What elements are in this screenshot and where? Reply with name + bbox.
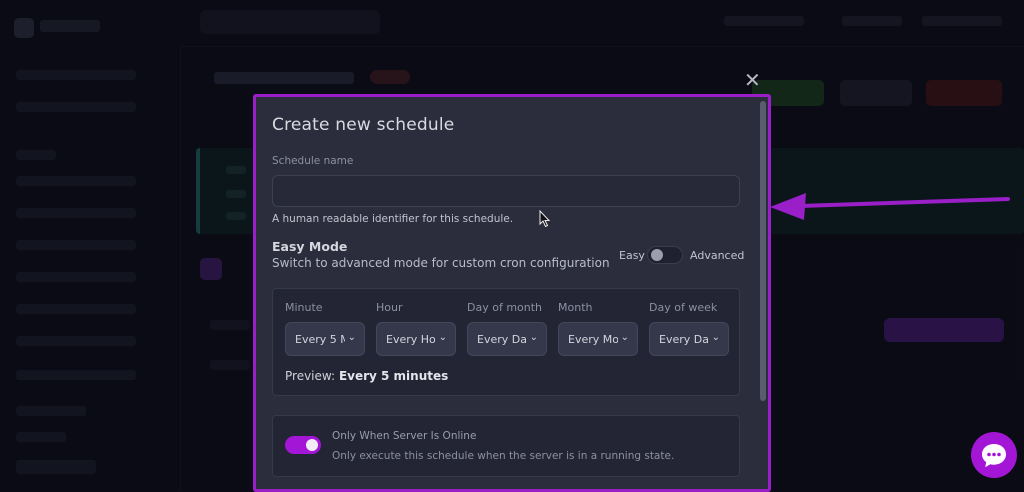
mouse-cursor-icon: [539, 210, 551, 228]
chat-icon: [982, 444, 1006, 468]
annotation-arrow: [770, 193, 1010, 220]
chat-button[interactable]: [971, 432, 1017, 478]
